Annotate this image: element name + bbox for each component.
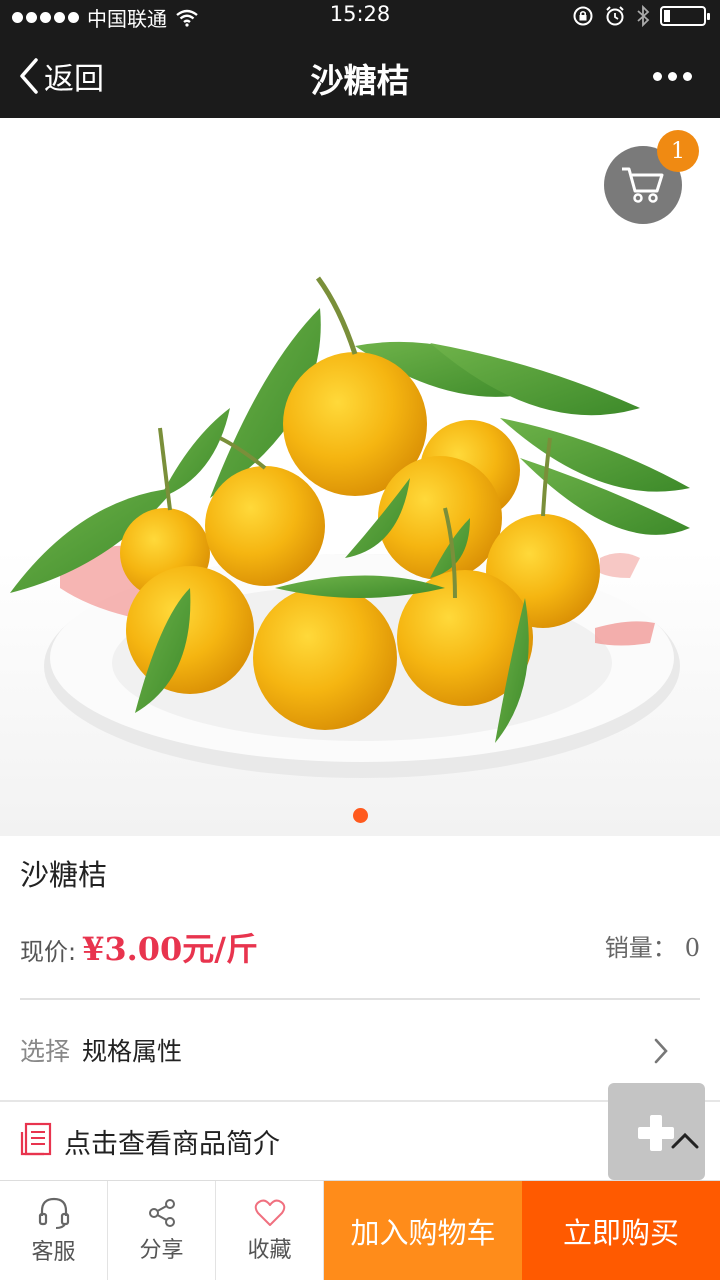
chevron-right-icon <box>654 1038 668 1064</box>
buy-now-button[interactable]: 立即购买 <box>522 1181 720 1280</box>
headset-icon <box>38 1197 69 1229</box>
document-icon <box>20 1122 52 1156</box>
more-dot-icon <box>668 72 677 81</box>
status-right <box>572 4 710 28</box>
product-intro-link: 点击查看商品简介 <box>64 1129 280 1160</box>
heart-icon <box>254 1199 285 1226</box>
product-name: 沙糖桔 <box>20 858 108 892</box>
share-label: 分享 <box>139 1238 184 1263</box>
status-bar: 中国联通 15:28 <box>0 0 720 34</box>
rotation-lock-icon <box>573 6 593 26</box>
chevron-up-icon[interactable] <box>670 1132 700 1150</box>
more-dot-icon <box>683 72 692 81</box>
alarm-icon <box>606 6 624 26</box>
price-label: 现价: <box>20 938 77 966</box>
price-row: 现价: ¥3.00元/斤 <box>20 924 258 970</box>
spec-value: 规格属性 <box>82 1037 183 1066</box>
favorite-button[interactable]: 收藏 <box>216 1181 324 1280</box>
share-button[interactable]: 分享 <box>108 1181 216 1280</box>
cart-badge: 1 <box>657 130 699 172</box>
bottom-action-bar: 客服 分享 收藏 加入购物车 立即购买 <box>0 1180 720 1280</box>
spec-label: 选择 <box>20 1037 71 1066</box>
more-menu-button[interactable] <box>653 72 692 81</box>
add-to-cart-button[interactable]: 加入购物车 <box>324 1181 522 1280</box>
customer-service-button[interactable]: 客服 <box>0 1181 108 1280</box>
more-dot-icon <box>653 72 662 81</box>
product-image <box>10 276 690 778</box>
carousel-indicator <box>353 808 368 823</box>
favorite-label: 收藏 <box>247 1238 292 1263</box>
sales-count: 0 <box>684 934 700 962</box>
product-image-carousel[interactable] <box>0 118 720 836</box>
page-title: 沙糖桔 <box>310 61 410 100</box>
customer-service-label: 客服 <box>31 1240 76 1265</box>
shopping-cart-icon <box>622 167 664 203</box>
nav-bar: 返回 沙糖桔 <box>0 34 720 118</box>
sales-info: 销量： 0 <box>605 928 700 963</box>
bluetooth-icon <box>637 4 650 28</box>
share-icon <box>148 1199 175 1227</box>
price-value: ¥3.00元/斤 <box>82 930 258 968</box>
floating-tool-button[interactable] <box>608 1083 705 1180</box>
battery-icon <box>660 6 710 26</box>
sales-label: 销量： <box>604 934 677 962</box>
